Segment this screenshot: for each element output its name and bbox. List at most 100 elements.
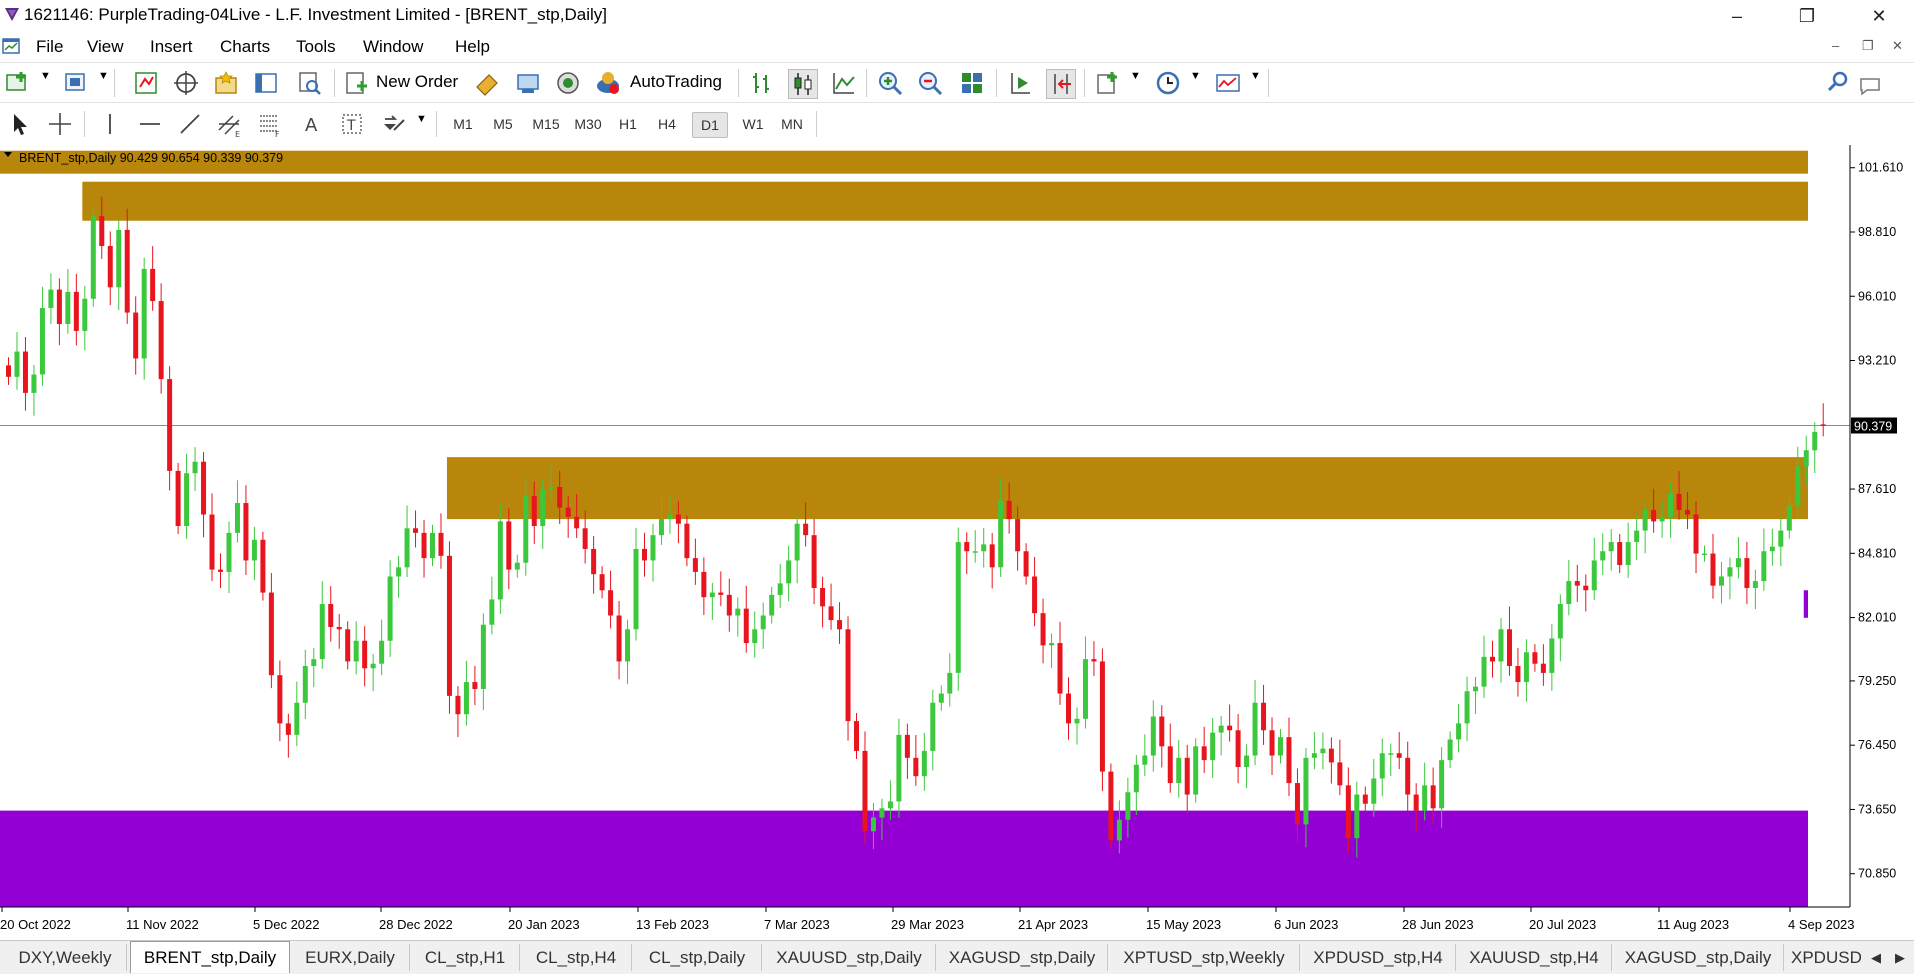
timeframe-mn[interactable]: MN	[774, 112, 810, 136]
chart-window-icon[interactable]	[2, 37, 20, 55]
timeframe-m1[interactable]: M1	[448, 112, 478, 136]
tab-xagusd-daily-2[interactable]: XAGUSD_stp,Daily	[1613, 944, 1784, 971]
candle-body	[837, 620, 843, 630]
menu-charts[interactable]: Charts	[220, 37, 270, 57]
mdi-minimize-button[interactable]: –	[1832, 38, 1839, 53]
candle-body	[625, 629, 631, 662]
candle-body	[565, 507, 571, 517]
close-window-button[interactable]: ✕	[1856, 3, 1902, 29]
tab-xpdusd-partial[interactable]: XPDUSD_stp,Daily	[1785, 944, 1861, 971]
mdi-close-button[interactable]: ✕	[1892, 38, 1903, 54]
menu-file[interactable]: File	[36, 37, 63, 57]
indicators-icon[interactable]	[1094, 69, 1122, 97]
periods-clock-icon[interactable]	[1154, 69, 1182, 97]
metaeditor-icon[interactable]	[473, 69, 501, 97]
timeframe-h4[interactable]: H4	[651, 112, 683, 136]
messages-icon[interactable]	[1858, 73, 1882, 97]
templates-icon[interactable]	[1214, 69, 1242, 97]
tab-scroll-right-icon[interactable]: ▶	[1890, 944, 1910, 971]
tab-xauusd-daily[interactable]: XAUUSD_stp,Daily	[763, 944, 936, 971]
candle-body	[141, 268, 147, 359]
candle-body	[930, 702, 936, 751]
candle-body	[998, 500, 1004, 568]
price-chart[interactable]: 101.610 98.810 96.010 93.210 87.610 84.810 82.…	[0, 145, 1914, 940]
market-icon[interactable]	[514, 69, 542, 97]
market-watch-icon[interactable]	[132, 69, 160, 97]
tab-cl-h4[interactable]: CL_stp,H4	[521, 944, 632, 971]
strategy-tester-icon[interactable]	[296, 69, 324, 97]
profiles-dropdown-icon[interactable]: ▼	[98, 70, 109, 82]
candle-body	[379, 640, 385, 664]
timeframe-d1[interactable]: D1	[692, 112, 728, 138]
chart-shift-icon[interactable]	[1046, 69, 1076, 99]
auto-scroll-icon[interactable]	[1006, 69, 1034, 97]
candle-body	[82, 298, 88, 331]
menu-tools[interactable]: Tools	[296, 37, 336, 57]
autotrading-icon[interactable]	[594, 69, 622, 97]
tab-dxy-weekly[interactable]: DXY,Weekly	[4, 944, 127, 971]
tab-cl-h1[interactable]: CL_stp,H1	[411, 944, 520, 971]
tab-xauusd-h4[interactable]: XAUUSD_stp,H4	[1457, 944, 1612, 971]
navigator-icon[interactable]	[212, 69, 240, 97]
tab-cl-daily[interactable]: CL_stp,Daily	[633, 944, 762, 971]
templates-dropdown-icon[interactable]: ▼	[1250, 70, 1261, 82]
candle-body	[90, 216, 96, 299]
timeframe-h1[interactable]: H1	[612, 112, 644, 136]
timeframe-w1[interactable]: W1	[736, 112, 770, 136]
tile-windows-icon[interactable]	[958, 69, 986, 97]
vertical-line-icon[interactable]	[96, 110, 124, 138]
menu-insert[interactable]: Insert	[150, 37, 193, 57]
timeframe-m30[interactable]: M30	[570, 112, 606, 136]
data-window-icon[interactable]	[172, 69, 200, 97]
candle-body	[124, 229, 130, 313]
indicators-dropdown-icon[interactable]: ▼	[1130, 70, 1141, 82]
tab-xpdusd-h4[interactable]: XPDUSD_stp,H4	[1301, 944, 1456, 971]
tab-eurx-daily[interactable]: EURX,Daily	[291, 944, 410, 971]
signals-icon[interactable]	[554, 69, 582, 97]
menu-help[interactable]: Help	[455, 37, 490, 57]
crosshair-icon[interactable]	[46, 110, 74, 138]
tab-brent-daily[interactable]: BRENT_stp,Daily	[130, 941, 290, 973]
arrows-icon[interactable]	[380, 110, 408, 138]
line-chart-icon[interactable]	[830, 69, 858, 97]
arrows-dropdown-icon[interactable]: ▼	[416, 113, 427, 125]
timeframe-m15[interactable]: M15	[528, 112, 564, 136]
new-order-icon[interactable]	[342, 69, 370, 97]
candlestick-chart-icon[interactable]	[788, 69, 818, 99]
autotrading-button[interactable]: AutoTrading	[630, 72, 722, 92]
profiles-icon[interactable]	[62, 69, 90, 97]
tab-scroll-left-icon[interactable]: ◀	[1866, 944, 1886, 971]
menu-window[interactable]: Window	[363, 37, 423, 57]
minimize-button[interactable]: –	[1714, 3, 1760, 29]
candle-body	[794, 523, 800, 561]
timeframe-m5[interactable]: M5	[488, 112, 518, 136]
maximize-button[interactable]: ❐	[1784, 3, 1830, 29]
tab-xptusd-weekly[interactable]: XPTUSD_stp,Weekly	[1109, 944, 1300, 971]
text-icon[interactable]: A	[298, 110, 326, 138]
candle-body	[1116, 819, 1122, 841]
candle-body	[1659, 516, 1665, 522]
tab-xagusd-daily[interactable]: XAGUSD_stp,Daily	[937, 944, 1108, 971]
candle-body	[1286, 737, 1292, 784]
zoom-in-icon[interactable]	[876, 69, 904, 97]
new-chart-dropdown-icon[interactable]: ▼	[40, 70, 51, 82]
equidistant-channel-icon[interactable]: E	[216, 110, 244, 138]
terminal-icon[interactable]	[252, 69, 280, 97]
candle-body	[430, 532, 435, 559]
cursor-arrow-icon[interactable]	[6, 110, 34, 138]
new-order-button[interactable]: New Order	[376, 72, 458, 92]
new-chart-icon[interactable]	[4, 69, 32, 97]
zoom-out-icon[interactable]	[916, 69, 944, 97]
horizontal-line-icon[interactable]	[136, 110, 164, 138]
menu-view[interactable]: View	[87, 37, 124, 57]
trendline-icon[interactable]	[176, 110, 204, 138]
fibonacci-icon[interactable]: F	[256, 110, 284, 138]
search-icon[interactable]	[1826, 70, 1850, 94]
bar-chart-icon[interactable]	[748, 69, 776, 97]
candle-body	[184, 473, 190, 526]
periods-dropdown-icon[interactable]: ▼	[1190, 70, 1201, 82]
mdi-restore-button[interactable]: ❐	[1862, 38, 1874, 54]
candle-body	[209, 514, 215, 570]
candle-body	[803, 523, 809, 536]
text-label-icon[interactable]: T	[338, 110, 366, 138]
